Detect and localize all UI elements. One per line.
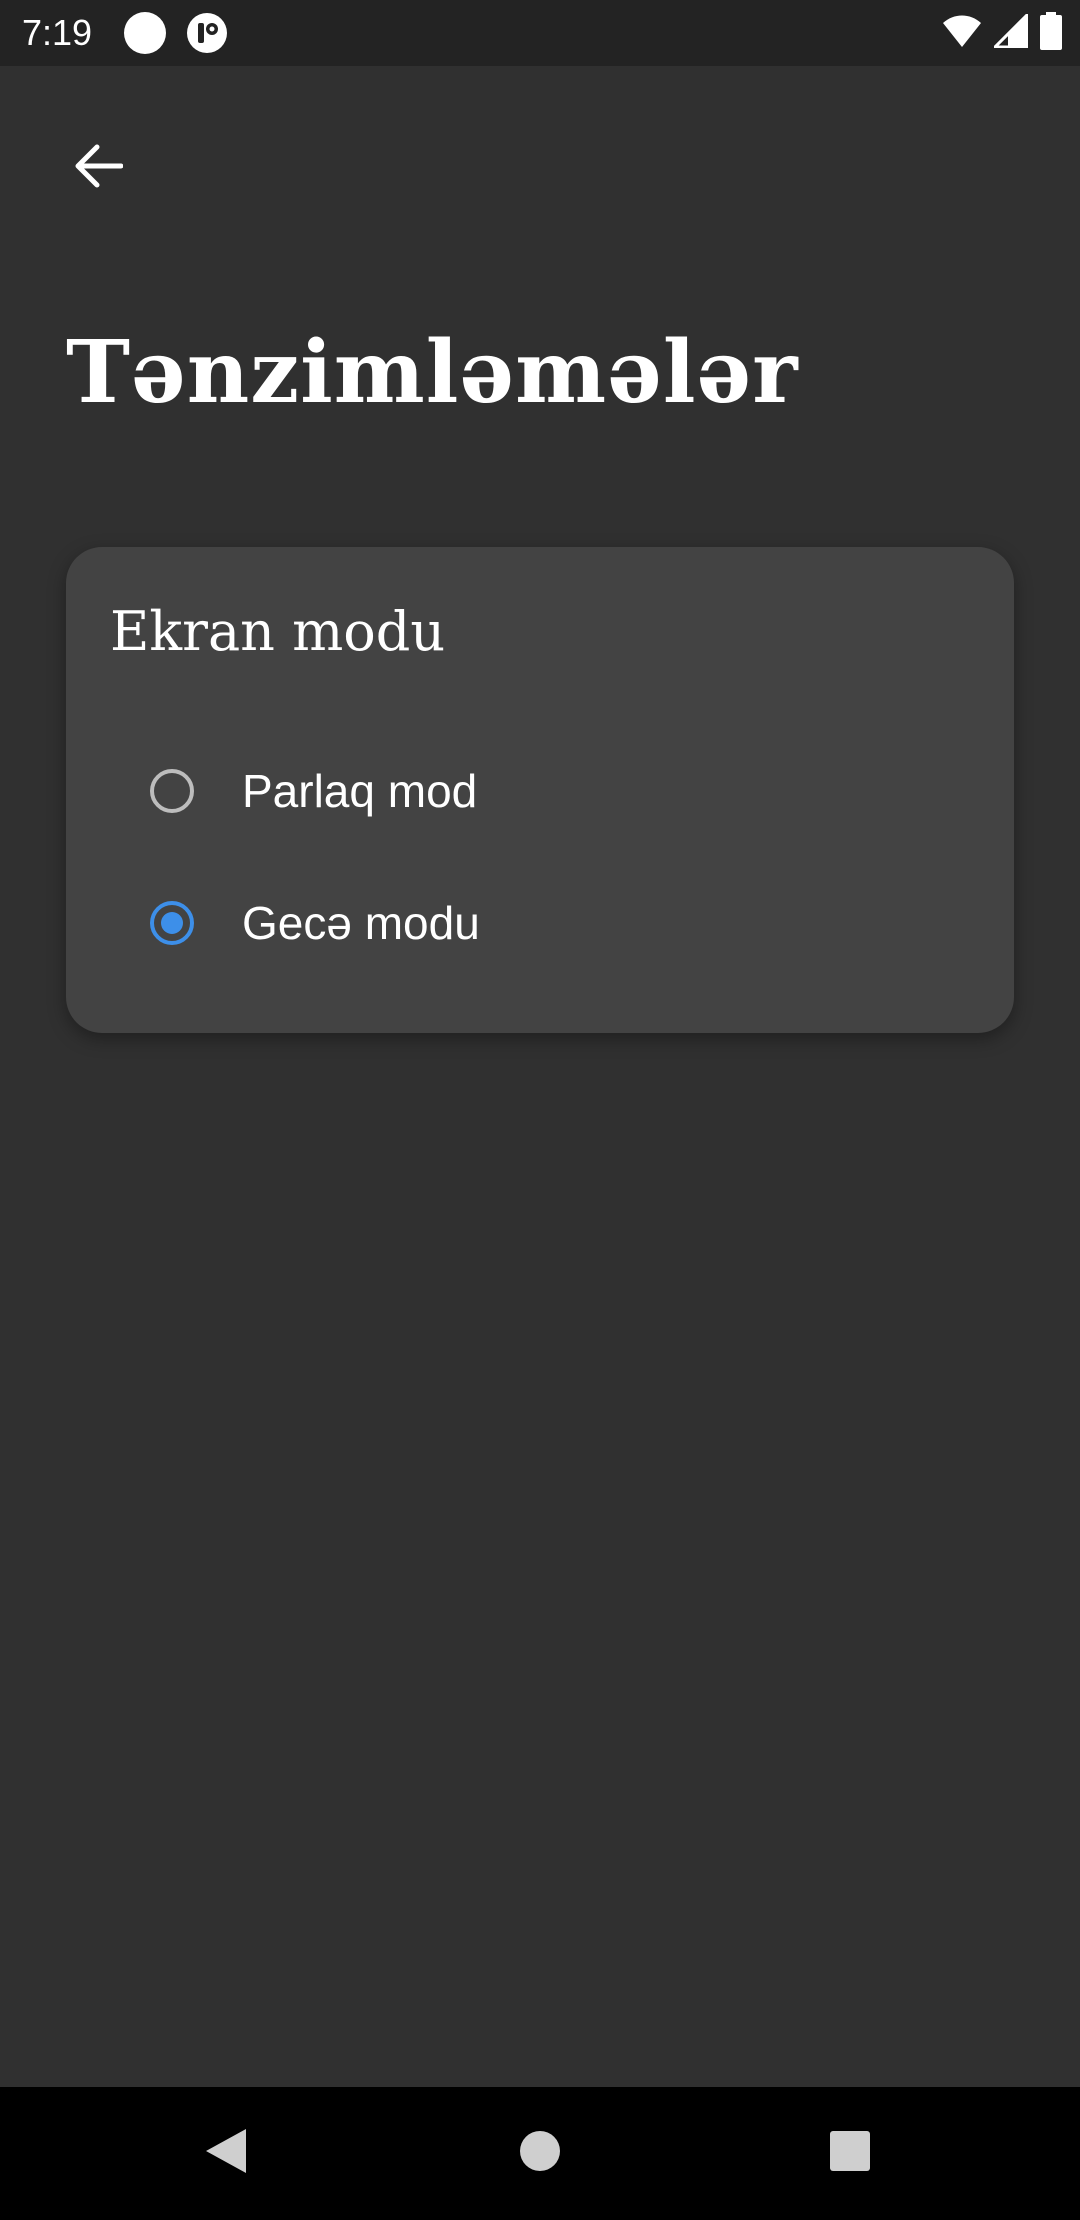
navigation-bar (0, 2087, 1080, 2220)
back-button[interactable] (58, 128, 138, 208)
page-title: Tənzimləmələr (66, 322, 799, 423)
status-bar: 7:19 (0, 0, 1080, 66)
radio-option-light-mode[interactable]: Parlaq mod (150, 743, 950, 839)
radio-label-night-mode: Gecə modu (242, 897, 480, 949)
nav-back-button[interactable] (186, 2113, 266, 2193)
radio-option-night-mode[interactable]: Gecə modu (150, 875, 950, 971)
nav-home-icon (519, 2130, 561, 2177)
arrow-back-icon (73, 143, 124, 194)
radio-label-light-mode: Parlaq mod (242, 765, 478, 817)
display-mode-card: Ekran modu Parlaq mod Gecə modu (66, 547, 1014, 1033)
wifi-icon (942, 14, 982, 53)
radio-button-light-mode[interactable] (150, 769, 194, 813)
status-icons (942, 10, 1062, 55)
nav-back-icon (204, 2127, 248, 2180)
app-notification-icon (186, 12, 228, 54)
radio-button-night-mode[interactable] (150, 901, 194, 945)
nav-recents-icon (829, 2130, 871, 2177)
nav-recents-button[interactable] (810, 2113, 890, 2193)
battery-icon (1040, 11, 1062, 55)
nav-home-button[interactable] (500, 2113, 580, 2193)
settings-screen: 7:19 Tənzimləmələr Ekran modu Parlaq mod… (0, 0, 1080, 2220)
card-title: Ekran modu (110, 600, 446, 663)
notification-dot-icon (124, 12, 166, 54)
status-time: 7:19 (22, 12, 93, 53)
signal-icon (991, 10, 1029, 53)
